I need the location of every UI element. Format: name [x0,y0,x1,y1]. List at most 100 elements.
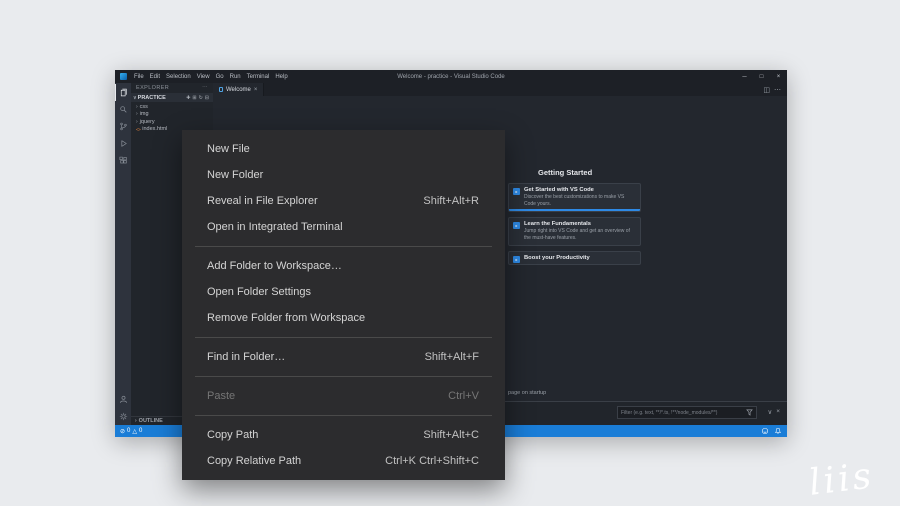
vscode-logo-icon [120,73,127,80]
menu-item-copy-relative-path[interactable]: Copy Relative Path Ctrl+K Ctrl+Shift+C [182,448,505,474]
panel-chevron-icon[interactable]: ∨ [767,408,772,416]
source-control-icon[interactable] [115,118,131,135]
window-controls: ─ □ × [736,70,787,83]
menu-item-remove-folder-from-workspace[interactable]: Remove Folder from Workspace [182,305,505,331]
menu-item-open-folder-settings[interactable]: Open Folder Settings [182,279,505,305]
search-icon[interactable] [115,101,131,118]
walkthrough-icon: ▸ [513,222,520,229]
menu-item-label: Open in Integrated Terminal [207,221,343,233]
menu-item-shortcut: Ctrl+K Ctrl+Shift+C [385,455,479,467]
bell-icon[interactable] [774,427,782,435]
collapse-all-icon[interactable]: ⊟ [205,95,209,101]
folder-section-practice[interactable]: ∨ PRACTICE ✚ ⊞ ↻ ⊟ [131,93,213,102]
tree-item-jquery[interactable]: › jquery [131,118,213,126]
menu-item-open-in-integrated-terminal[interactable]: Open in Integrated Terminal [182,214,505,240]
menu-item-copy-path[interactable]: Copy Path Shift+Alt+C [182,422,505,448]
warning-icon: △ [132,428,137,435]
menu-item-paste: Paste Ctrl+V [182,383,505,409]
menu-item-new-file[interactable]: New File [182,136,505,162]
menu-item-find-in-folder[interactable]: Find in Folder… Shift+Alt+F [182,344,505,370]
title-bar: File Edit Selection View Go Run Terminal… [115,70,787,83]
explorer-icon[interactable] [115,84,131,101]
filter-input[interactable] [621,409,744,416]
explorer-context-menu: New File New Folder Reveal in File Explo… [182,130,505,480]
walkthrough-icon: ▸ [513,256,520,263]
settings-gear-icon[interactable] [115,408,131,425]
close-button[interactable]: × [770,70,787,83]
tree-item-img[interactable]: › img [131,111,213,119]
tree-item-label: index.html [142,126,168,133]
activity-bar [115,83,131,425]
menu-go[interactable]: Go [213,74,227,80]
tab-label: Welcome [226,86,251,93]
extensions-icon[interactable] [115,152,131,169]
panel-close-icon[interactable]: × [776,408,780,416]
walkthrough-cards: ▸ Get Started with VS Code Discover the … [508,183,641,265]
menu-item-label: Find in Folder… [207,351,286,363]
account-icon[interactable] [115,391,131,408]
card-title: Learn the Fundamentals [524,221,591,227]
split-editor-icon[interactable]: ◫ [763,86,770,94]
statusbar-right [761,427,782,435]
menu-item-new-folder[interactable]: New Folder [182,162,505,188]
refresh-icon[interactable]: ↻ [199,95,203,101]
menu-run[interactable]: Run [227,74,244,80]
menu-help[interactable]: Help [272,74,290,80]
window-title: Welcome - practice - Visual Studio Code [397,73,505,80]
getting-started-heading: Getting Started [538,168,593,177]
explorer-more-icon[interactable]: ⋯ [202,85,208,91]
tree-item-label: css [139,103,148,110]
tab-close-icon[interactable]: × [254,87,258,93]
menu-item-shortcut: Ctrl+V [448,390,479,402]
menu-item-shortcut: Shift+Alt+R [423,195,479,207]
tab-welcome[interactable]: Welcome × [213,83,265,96]
menu-file[interactable]: File [131,74,147,80]
chevron-down-icon: ∨ [133,94,137,101]
watermark-signature: liis [806,455,877,504]
problems-status[interactable]: ⊘ 0 △ 0 [120,428,142,435]
menu-separator [195,337,492,338]
menu-item-label: Open Folder Settings [207,286,311,298]
filter-funnel-icon [746,409,753,416]
explorer-header: EXPLORER ⋯ [131,83,213,93]
panel-actions: ∨ × [767,408,780,416]
new-folder-icon[interactable]: ⊞ [192,95,196,101]
menu-view[interactable]: View [194,74,213,80]
startup-checkbox-label[interactable]: page on startup [508,390,546,396]
menu-item-shortcut: Shift+Alt+C [423,429,479,441]
menu-item-label: Remove Folder from Workspace [207,312,366,324]
explorer-actions: ✚ ⊞ ↻ ⊟ [186,95,211,101]
menu-item-add-folder-to-workspace[interactable]: Add Folder to Workspace… [182,253,505,279]
error-count: 0 [127,428,131,434]
minimize-button[interactable]: ─ [736,70,753,83]
file-tree: › css › img › jquery <> index.html [131,102,213,133]
card-progress-bar [509,209,640,211]
chevron-right-icon: › [136,103,138,110]
menu-selection[interactable]: Selection [163,74,194,80]
feedback-icon[interactable] [761,427,769,435]
maximize-button[interactable]: □ [753,70,770,83]
walkthrough-card-get-started[interactable]: ▸ Get Started with VS Code Discover the … [508,183,641,212]
menu-item-label: Copy Path [207,429,259,441]
menu-item-reveal-in-file-explorer[interactable]: Reveal in File Explorer Shift+Alt+R [182,188,505,214]
tree-item-css[interactable]: › css [131,103,213,111]
run-debug-icon[interactable] [115,135,131,152]
menu-bar: File Edit Selection View Go Run Terminal… [131,74,291,80]
menu-terminal[interactable]: Terminal [244,74,273,80]
menu-edit[interactable]: Edit [147,74,163,80]
explorer-title: EXPLORER [136,85,170,91]
walkthrough-card-productivity[interactable]: ▸ Boost your Productivity [508,251,641,265]
menu-item-label: New Folder [207,169,264,181]
warning-count: 0 [139,428,143,434]
walkthrough-icon: ▸ [513,188,520,195]
walkthrough-card-fundamentals[interactable]: ▸ Learn the Fundamentals Jump right into… [508,217,641,246]
editor-more-icon[interactable]: ⋯ [774,86,781,94]
card-description: Discover the best customizations to make… [524,194,625,207]
card-title: Boost your Productivity [524,255,590,261]
card-description: Jump right into VS Code and get an overv… [524,228,630,241]
menu-item-label: Add Folder to Workspace… [207,260,342,272]
menu-separator [195,415,492,416]
error-icon: ⊘ [120,428,126,435]
welcome-tab-icon [219,87,223,92]
new-file-icon[interactable]: ✚ [186,95,190,101]
